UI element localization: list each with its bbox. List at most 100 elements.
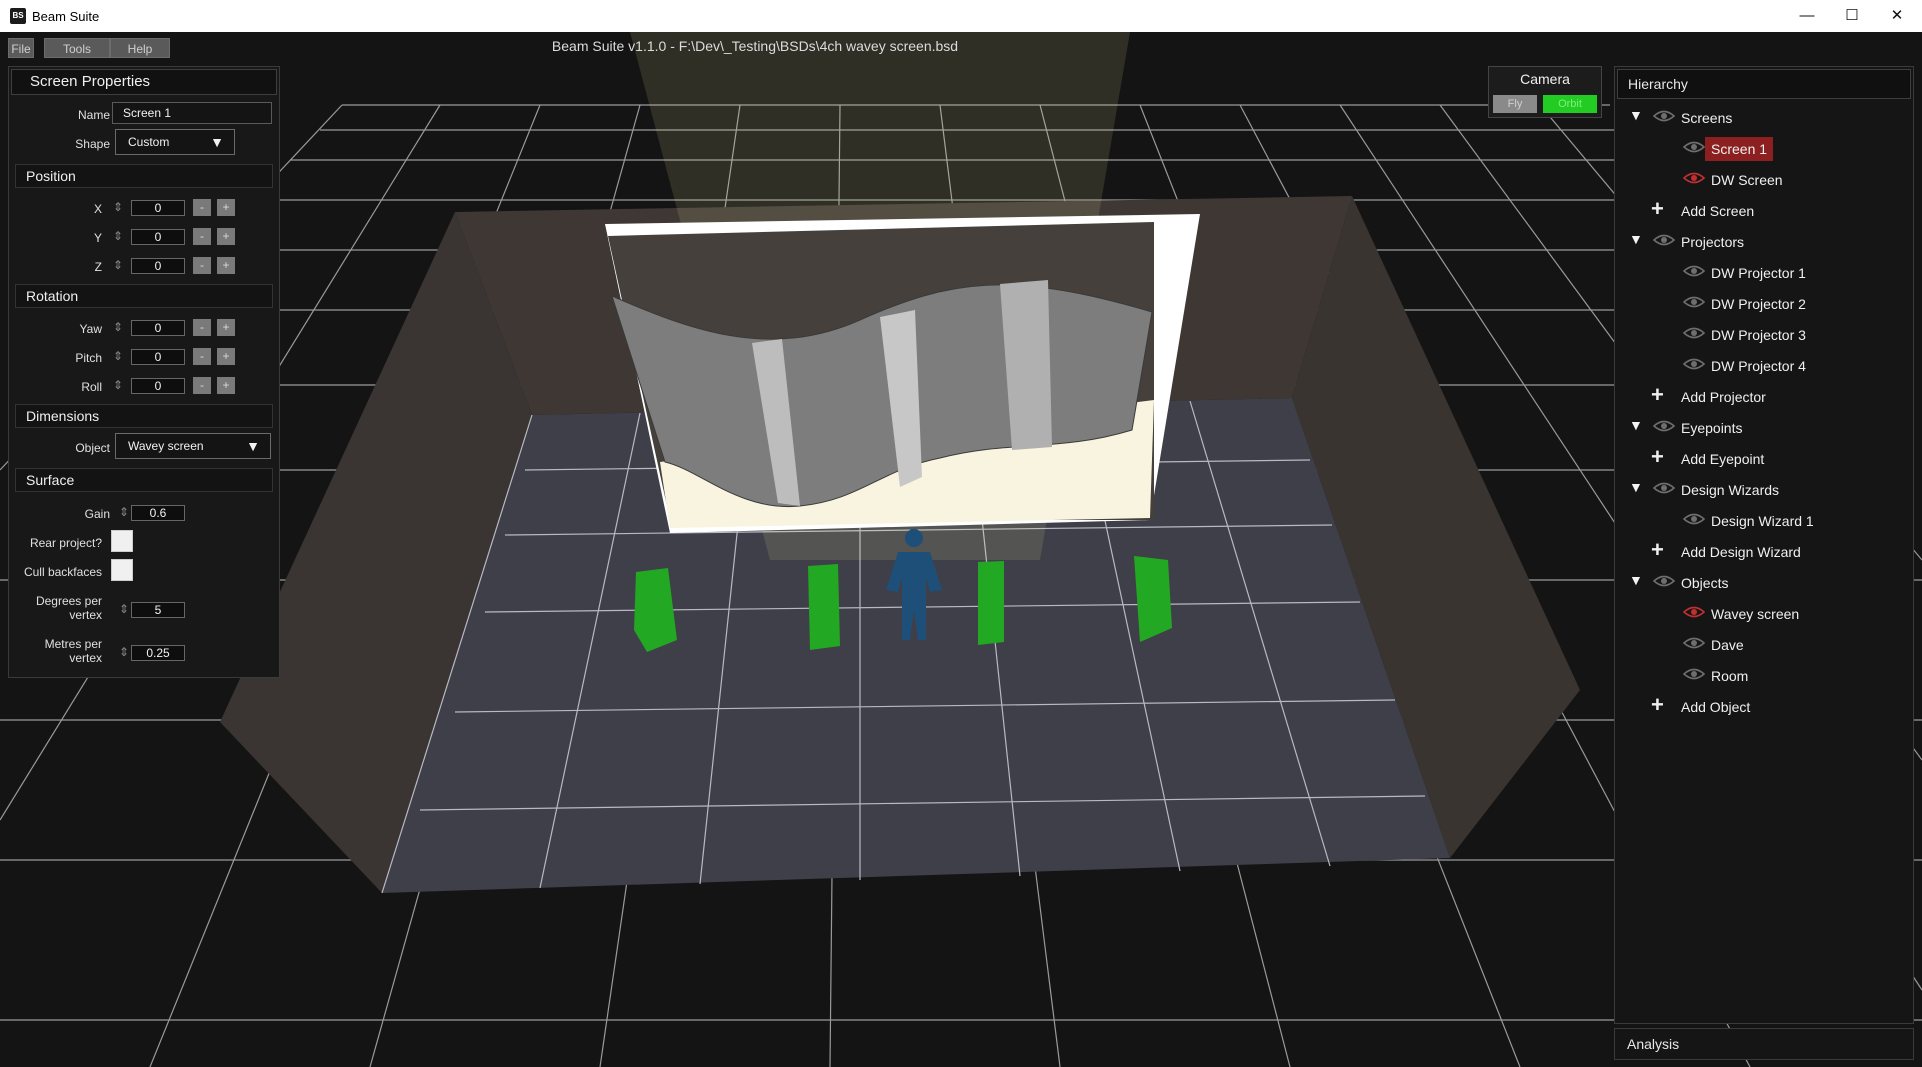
- y-decrement-button[interactable]: -: [193, 228, 211, 245]
- gain-drag-handle-icon[interactable]: ⇕: [118, 505, 130, 519]
- degrees-label: Degrees per vertex: [19, 594, 102, 622]
- hierarchy-item-add-eyepoint[interactable]: Add Eyepoint: [1681, 447, 1764, 471]
- document-title: Beam Suite v1.1.0 - F:\Dev\_Testing\BSDs…: [551, 38, 959, 54]
- object-dropdown[interactable]: Wavey screen ▼: [115, 433, 271, 459]
- hierarchy-item-design-wizards[interactable]: Design Wizards: [1681, 478, 1779, 502]
- x-increment-button[interactable]: +: [217, 199, 235, 216]
- y-drag-handle-icon[interactable]: ⇕: [112, 229, 124, 243]
- shape-dropdown[interactable]: Custom ▼: [115, 129, 235, 155]
- pitch-decrement-button[interactable]: -: [193, 348, 211, 365]
- rear-project-checkbox[interactable]: [111, 530, 133, 552]
- yaw-drag-handle-icon[interactable]: ⇕: [112, 320, 124, 334]
- z-label: Z: [94, 260, 102, 274]
- plus-icon[interactable]: +: [1651, 384, 1664, 406]
- eye-hidden-icon[interactable]: [1682, 171, 1706, 185]
- hierarchy-item-objects[interactable]: Objects: [1681, 571, 1728, 595]
- hierarchy-item-projectors[interactable]: Projectors: [1681, 230, 1744, 254]
- camera-title: Camera: [1520, 71, 1570, 87]
- camera-orbit-button[interactable]: Orbit: [1543, 95, 1597, 113]
- projector-green-2: [808, 564, 840, 650]
- hierarchy-item-screens[interactable]: Screens: [1681, 106, 1732, 130]
- y-input[interactable]: 0: [131, 229, 185, 245]
- analysis-panel[interactable]: Analysis: [1614, 1028, 1914, 1060]
- expand-design-wizards-icon[interactable]: ▼: [1629, 479, 1643, 495]
- roll-increment-button[interactable]: +: [217, 377, 235, 394]
- z-drag-handle-icon[interactable]: ⇕: [112, 258, 124, 272]
- eye-icon[interactable]: [1652, 109, 1676, 123]
- title-bar: BS Beam Suite — ☐ ✕: [0, 0, 1922, 32]
- hierarchy-item-projector-3[interactable]: DW Projector 3: [1711, 323, 1806, 347]
- roll-drag-handle-icon[interactable]: ⇕: [112, 378, 124, 392]
- section-dimensions: Dimensions: [15, 404, 273, 428]
- z-increment-button[interactable]: +: [217, 257, 235, 274]
- x-decrement-button[interactable]: -: [193, 199, 211, 216]
- expand-projectors-icon[interactable]: ▼: [1629, 231, 1643, 247]
- eye-icon[interactable]: [1682, 326, 1706, 340]
- z-decrement-button[interactable]: -: [193, 257, 211, 274]
- expand-eyepoints-icon[interactable]: ▼: [1629, 417, 1643, 433]
- eye-icon[interactable]: [1652, 481, 1676, 495]
- eye-icon[interactable]: [1652, 574, 1676, 588]
- eye-icon[interactable]: [1682, 140, 1706, 154]
- camera-fly-button[interactable]: Fly: [1493, 95, 1537, 113]
- yaw-decrement-button[interactable]: -: [193, 319, 211, 336]
- eye-hidden-icon[interactable]: [1682, 605, 1706, 619]
- plus-icon[interactable]: +: [1651, 446, 1664, 468]
- hierarchy-item-design-wizard-1[interactable]: Design Wizard 1: [1711, 509, 1814, 533]
- plus-icon[interactable]: +: [1651, 198, 1664, 220]
- roll-input[interactable]: 0: [131, 378, 185, 394]
- hierarchy-item-projector-4[interactable]: DW Projector 4: [1711, 354, 1806, 378]
- hierarchy-item-projector-1[interactable]: DW Projector 1: [1711, 261, 1806, 285]
- pitch-drag-handle-icon[interactable]: ⇕: [112, 349, 124, 363]
- y-increment-button[interactable]: +: [217, 228, 235, 245]
- pitch-input[interactable]: 0: [131, 349, 185, 365]
- name-input[interactable]: Screen 1: [112, 102, 272, 124]
- hierarchy-item-screen-1[interactable]: Screen 1: [1705, 137, 1774, 161]
- yaw-increment-button[interactable]: +: [217, 319, 235, 336]
- roll-decrement-button[interactable]: -: [193, 377, 211, 394]
- hierarchy-item-projector-2[interactable]: DW Projector 2: [1711, 292, 1806, 316]
- gain-input[interactable]: 0.6: [131, 505, 185, 521]
- hierarchy-item-room[interactable]: Room: [1711, 664, 1748, 688]
- hierarchy-item-add-screen[interactable]: Add Screen: [1681, 199, 1754, 223]
- eye-icon[interactable]: [1682, 667, 1706, 681]
- hierarchy-item-dave[interactable]: Dave: [1711, 633, 1744, 657]
- eye-icon[interactable]: [1682, 512, 1706, 526]
- eye-icon[interactable]: [1682, 295, 1706, 309]
- hierarchy-item-add-design-wizard[interactable]: Add Design Wizard: [1681, 540, 1801, 564]
- eye-icon[interactable]: [1682, 636, 1706, 650]
- hierarchy-item-dw-screen[interactable]: DW Screen: [1711, 168, 1783, 192]
- x-label: X: [93, 202, 102, 216]
- metres-label-line2: vertex: [69, 651, 102, 665]
- hierarchy-item-wavey-screen[interactable]: Wavey screen: [1711, 602, 1799, 626]
- hierarchy-item-add-object[interactable]: Add Object: [1681, 695, 1750, 719]
- metres-drag-handle-icon[interactable]: ⇕: [118, 645, 130, 659]
- panel-title: Screen Properties: [11, 69, 277, 95]
- degrees-drag-handle-icon[interactable]: ⇕: [118, 602, 130, 616]
- shape-value: Custom: [128, 135, 170, 149]
- eye-icon[interactable]: [1682, 357, 1706, 371]
- close-button[interactable]: ✕: [1874, 0, 1920, 32]
- maximize-button[interactable]: ☐: [1829, 0, 1875, 32]
- yaw-input[interactable]: 0: [131, 320, 185, 336]
- hierarchy-item-eyepoints[interactable]: Eyepoints: [1681, 416, 1742, 440]
- hierarchy-item-add-projector[interactable]: Add Projector: [1681, 385, 1766, 409]
- z-input[interactable]: 0: [131, 258, 185, 274]
- camera-panel: Camera Fly Orbit: [1488, 66, 1602, 118]
- degrees-input[interactable]: 5: [131, 602, 185, 618]
- pitch-increment-button[interactable]: +: [217, 348, 235, 365]
- minimize-button[interactable]: —: [1784, 0, 1830, 32]
- projector-green-4: [1134, 556, 1172, 642]
- x-drag-handle-icon[interactable]: ⇕: [112, 200, 124, 214]
- metres-input[interactable]: 0.25: [131, 645, 185, 661]
- eye-icon[interactable]: [1682, 264, 1706, 278]
- plus-icon[interactable]: +: [1651, 539, 1664, 561]
- eye-icon[interactable]: [1652, 233, 1676, 247]
- plus-icon[interactable]: +: [1651, 694, 1664, 716]
- expand-screens-icon[interactable]: ▼: [1629, 107, 1643, 123]
- name-label: Name: [77, 108, 110, 122]
- cull-backfaces-checkbox[interactable]: [111, 559, 133, 581]
- eye-icon[interactable]: [1652, 419, 1676, 433]
- x-input[interactable]: 0: [131, 200, 185, 216]
- expand-objects-icon[interactable]: ▼: [1629, 572, 1643, 588]
